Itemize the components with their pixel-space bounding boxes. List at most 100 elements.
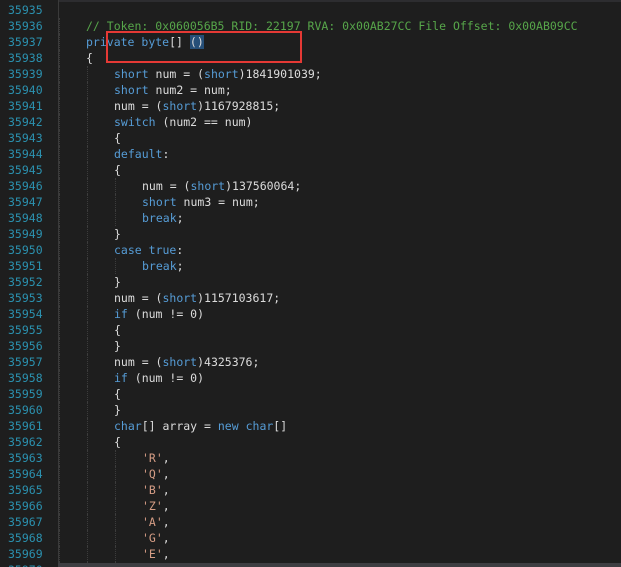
line-number: 35961 (8, 419, 43, 433)
code-area[interactable]: // Token: 0x060056B5 RID: 22197 RVA: 0x0… (59, 0, 621, 567)
indent-guide (87, 434, 88, 450)
indent-guide (115, 498, 116, 514)
code-line[interactable]: break; (142, 210, 184, 226)
code-token: (num != 0) (127, 307, 205, 321)
indent-guide (87, 322, 88, 338)
code-line[interactable]: 'G', (142, 530, 170, 546)
code-line[interactable]: switch (num2 == num) (114, 114, 252, 130)
line-number: 35952 (8, 275, 43, 289)
code-token: , (162, 515, 170, 529)
code-line[interactable]: { (114, 434, 121, 450)
code-token: , (162, 531, 170, 545)
indent-guide (59, 466, 60, 482)
keyword-token: short (162, 355, 198, 369)
indent-guide (59, 226, 60, 242)
code-line[interactable]: } (114, 402, 121, 418)
line-number: 35953 (8, 291, 43, 305)
indent-guide (115, 514, 116, 530)
indent-guide (87, 194, 88, 210)
code-line[interactable]: short num3 = num; (142, 194, 260, 210)
code-token: )137560064; (225, 179, 302, 193)
indent-guide (87, 546, 88, 562)
indent-guide (87, 274, 88, 290)
line-number: 35954 (8, 307, 43, 321)
code-line[interactable]: 'Z', (142, 498, 170, 514)
code-line[interactable]: num = (short)4325376; (114, 354, 259, 370)
indent-guide (87, 242, 88, 258)
code-token: { (114, 323, 121, 337)
line-number: 35970 (8, 562, 48, 567)
code-line[interactable]: num = (short)1167928815; (114, 98, 280, 114)
indent-guide (115, 210, 116, 226)
code-line[interactable]: short num = (short)1841901039; (114, 66, 322, 82)
indent-guide (59, 514, 60, 530)
code-line[interactable]: default: (114, 146, 169, 162)
code-line[interactable]: if (num != 0) (114, 370, 204, 386)
code-line[interactable]: 'R', (142, 450, 170, 466)
code-line[interactable]: if (num != 0) (114, 306, 204, 322)
code-line[interactable]: 'Q', (142, 466, 170, 482)
line-number: 35942 (8, 115, 43, 129)
code-line[interactable]: { (114, 130, 121, 146)
keyword-token: short (114, 83, 149, 97)
code-token: , (162, 547, 170, 561)
red-highlight-box (106, 31, 302, 63)
keyword-token: true (148, 243, 177, 257)
code-token: } (114, 403, 121, 417)
indent-guide (59, 98, 60, 114)
code-token: num = ( (114, 99, 163, 113)
code-line[interactable]: { (86, 50, 93, 66)
line-number: 35949 (8, 227, 43, 241)
indent-guide (59, 34, 60, 50)
code-line[interactable]: { (114, 322, 121, 338)
line-number: 35950 (8, 243, 43, 257)
code-line[interactable]: 'A', (142, 514, 170, 530)
code-line[interactable]: { (114, 162, 121, 178)
line-number: 35968 (8, 531, 43, 545)
indent-guide (59, 546, 60, 562)
indent-guide (87, 418, 88, 434)
line-number: 35941 (8, 99, 43, 113)
line-number: 35948 (8, 211, 43, 225)
indent-guide (59, 402, 60, 418)
code-line[interactable]: break; (142, 258, 184, 274)
indent-guide (59, 82, 60, 98)
line-number: 35959 (8, 387, 43, 401)
indent-guide (59, 338, 60, 354)
code-line[interactable]: 'B', (142, 482, 170, 498)
code-line[interactable]: short num2 = num; (114, 82, 232, 98)
keyword-token: short (114, 67, 149, 81)
horizontal-scrollbar[interactable] (58, 563, 621, 567)
string-token: 'R' (142, 451, 163, 465)
indent-guide (87, 226, 88, 242)
code-token: )4325376; (197, 355, 260, 369)
indent-guide (87, 402, 88, 418)
code-token: ; (176, 211, 184, 225)
code-line[interactable]: num = (short)1157103617; (114, 290, 280, 306)
code-token: { (114, 163, 121, 177)
code-line[interactable]: num = (short)137560064; (142, 178, 301, 194)
code-line[interactable]: } (114, 226, 121, 242)
indent-guide (87, 530, 88, 546)
code-token: num = ( (142, 179, 191, 193)
code-line[interactable]: case true: (114, 242, 183, 258)
code-line[interactable]: } (114, 274, 121, 290)
string-token: 'Z' (142, 499, 163, 513)
code-editor[interactable]: 35935 35936 35937 35938 35939 35940 35941 35942… (0, 0, 621, 567)
indent-guide (59, 530, 60, 546)
string-token: 'E' (142, 547, 163, 561)
code-line[interactable]: 'E', (142, 546, 170, 562)
code-line[interactable]: } (114, 338, 121, 354)
code-line[interactable]: { (114, 386, 121, 402)
indent-guide (87, 82, 88, 98)
indent-guide (59, 178, 60, 194)
line-number: 35944 (8, 147, 43, 161)
line-number-gutter: 35935 35936 35937 35938 35939 35940 35941 35942… (0, 0, 58, 567)
indent-guide (87, 450, 88, 466)
code-token: { (114, 387, 121, 401)
indent-guide (59, 354, 60, 370)
code-token: (num2 == num) (155, 115, 253, 129)
code-line[interactable]: char[] array = new char[] (114, 418, 287, 434)
code-token: num = ( (148, 67, 205, 81)
